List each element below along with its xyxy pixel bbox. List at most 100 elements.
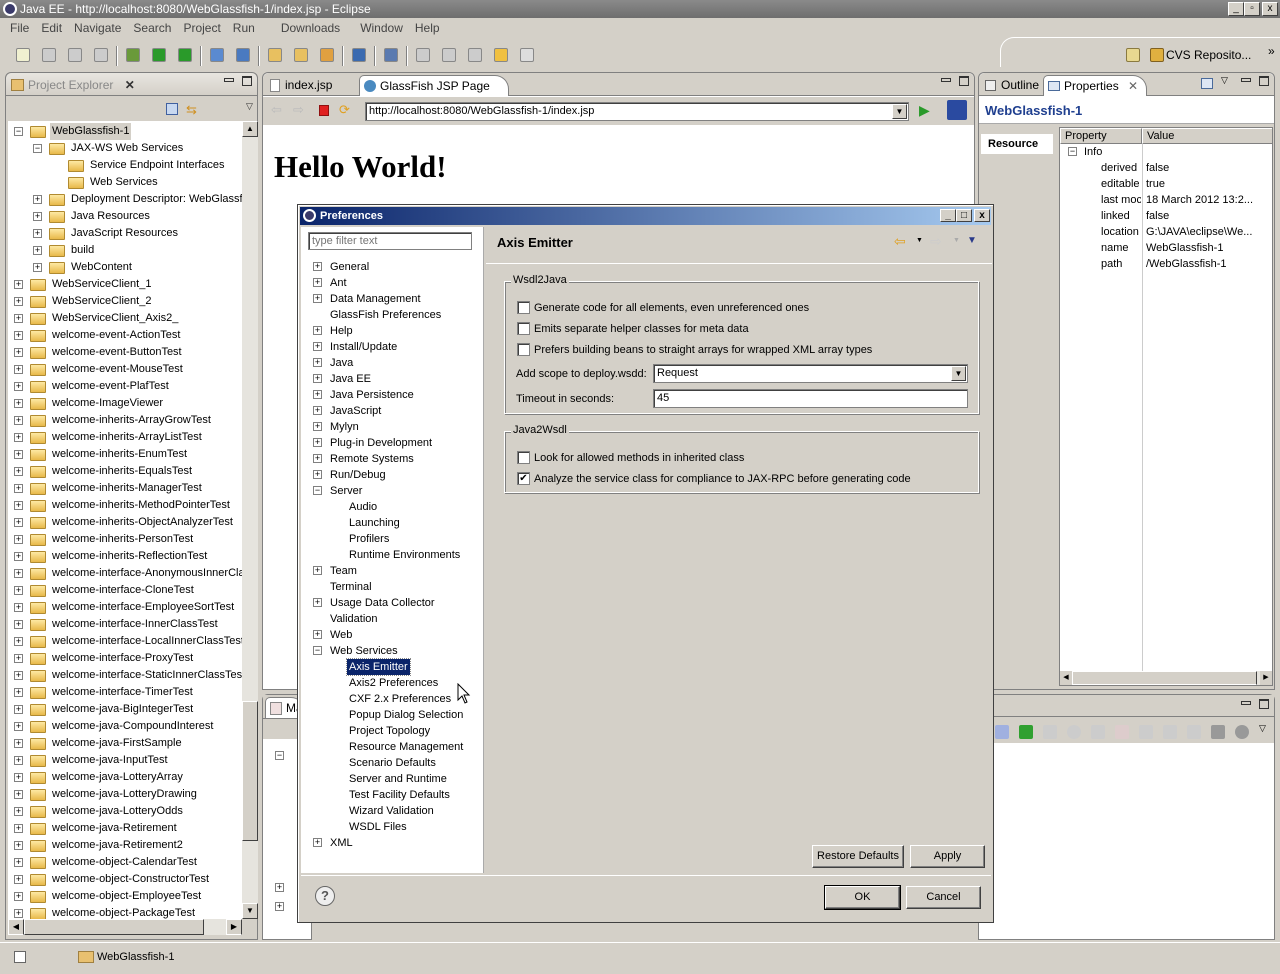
stop-icon[interactable] (319, 105, 329, 116)
expand-icon[interactable]: + (33, 212, 42, 221)
page-menu-icon[interactable]: ▼ (967, 235, 977, 246)
view-menu-icon[interactable]: ▽ (1259, 723, 1266, 734)
pref-tree-item[interactable]: + General (301, 259, 481, 275)
profile-server-icon[interactable] (1091, 725, 1105, 739)
run-external-icon[interactable] (178, 48, 192, 62)
pref-tree-item[interactable]: WSDL Files (301, 819, 481, 835)
tree-item[interactable]: + welcome-java-Retirement (8, 820, 242, 837)
dialog-maximize-button[interactable]: □ (956, 209, 972, 222)
expand-icon[interactable]: + (14, 416, 23, 425)
tree-item[interactable]: + welcome-event-ButtonTest (8, 344, 242, 361)
checkbox-jaxrpc-compliance[interactable]: ✔ (517, 472, 530, 485)
menu-help[interactable]: Help (409, 19, 446, 38)
prev-annotation-icon[interactable] (442, 48, 456, 62)
expand-icon[interactable]: + (14, 790, 23, 799)
pref-tree-item[interactable]: + XML (301, 835, 481, 851)
restore-defaults-button[interactable]: Restore Defaults (812, 845, 904, 868)
tree-item[interactable]: − WebGlassfish-1 (8, 123, 242, 140)
globe-icon[interactable] (1235, 725, 1249, 739)
tree-item[interactable]: + welcome-inherits-EqualsTest (8, 463, 242, 480)
pref-tree-item[interactable]: + Help (301, 323, 481, 339)
collapse-icon[interactable]: − (33, 144, 42, 153)
expand-icon[interactable]: + (14, 535, 23, 544)
expand-icon[interactable]: + (14, 603, 23, 612)
expand-icon[interactable]: + (313, 342, 322, 351)
forward-icon[interactable] (520, 48, 534, 62)
new-server-icon[interactable] (1019, 725, 1033, 739)
pref-tree-item[interactable]: + Run/Debug (301, 467, 481, 483)
expand-icon[interactable]: + (313, 598, 322, 607)
run-icon[interactable] (152, 48, 166, 62)
expand-icon[interactable]: + (313, 406, 322, 415)
pref-tree-item[interactable]: Audio (301, 499, 481, 515)
property-row[interactable]: derived false (1060, 160, 1272, 176)
expand-icon[interactable]: + (14, 280, 23, 289)
menu-run[interactable]: Run (227, 19, 261, 38)
tree-item[interactable]: + welcome-java-LotteryOdds (8, 803, 242, 820)
minimize-view-icon[interactable] (224, 78, 234, 82)
expand-icon[interactable]: + (313, 454, 322, 463)
console-icon[interactable] (1163, 725, 1177, 739)
property-row[interactable]: last moc 18 March 2012 13:2... (1060, 192, 1272, 208)
collapse-icon[interactable]: − (14, 127, 23, 136)
save-all-icon[interactable] (68, 48, 82, 62)
forward-icon[interactable]: ⇨ (930, 233, 942, 250)
url-input[interactable]: http://localhost:8080/WebGlassfish-1/ind… (365, 102, 909, 121)
pref-tree-item[interactable]: + Mylyn (301, 419, 481, 435)
checkbox-helper-classes[interactable] (517, 322, 530, 335)
cvs-perspective-icon[interactable] (1150, 48, 1164, 62)
pref-tree-item[interactable]: Axis2 Preferences (301, 675, 481, 691)
cancel-button[interactable]: Cancel (906, 886, 981, 909)
collapse-all-icon[interactable] (166, 103, 178, 115)
tab-index-jsp[interactable]: index.jsp (265, 75, 357, 96)
new-web-service-icon[interactable] (210, 48, 224, 62)
tree-item[interactable]: + Deployment Descriptor: WebGlassfis (8, 191, 242, 208)
connect-icon[interactable] (1187, 725, 1201, 739)
new-soap-icon[interactable] (236, 48, 250, 62)
back-menu-icon[interactable]: ▼ (916, 237, 923, 244)
expand-icon[interactable]: + (14, 671, 23, 680)
expand-icon[interactable]: + (14, 756, 23, 765)
tab-glassfish-jsp-page[interactable]: GlassFish JSP Page ✕ (359, 75, 509, 114)
tree-item[interactable]: + welcome-object-ConstructorTest (8, 871, 242, 888)
start-server-icon[interactable] (1067, 725, 1081, 739)
save-icon[interactable] (42, 48, 56, 62)
go-icon[interactable]: ▶ (919, 102, 930, 119)
tree-item[interactable]: + welcome-inherits-MethodPointerTest (8, 497, 242, 514)
open-task-icon[interactable] (294, 48, 308, 62)
expand-icon[interactable]: + (14, 552, 23, 561)
expand-icon[interactable]: + (313, 470, 322, 479)
expand-icon[interactable]: + (14, 348, 23, 357)
cvs-perspective-button[interactable]: CVS Reposito... (1166, 48, 1251, 62)
tree-item[interactable]: + welcome-java-FirstSample (8, 735, 242, 752)
property-row[interactable]: location G:\JAVA\eclipse\We... (1060, 224, 1272, 240)
scope-select[interactable]: Request ▼ (653, 364, 968, 383)
pref-tree-item[interactable]: Wizard Validation (301, 803, 481, 819)
expand-icon[interactable]: + (14, 688, 23, 697)
help-button[interactable]: ? (315, 886, 335, 906)
tree-item[interactable]: + welcome-interface-LocalInnerClassTest (8, 633, 242, 650)
forward-icon[interactable]: ⇨ (293, 102, 304, 118)
tree-item[interactable]: + welcome-java-CompoundInterest (8, 718, 242, 735)
horizontal-scrollbar[interactable]: ◀ ▶ (8, 919, 242, 935)
tree-item[interactable]: + welcome-interface-CloneTest (8, 582, 242, 599)
tree-item[interactable]: + welcome-interface-InnerClassTest (8, 616, 242, 633)
chevron-down-icon[interactable]: ▼ (951, 366, 966, 381)
tree-item[interactable]: + build (8, 242, 242, 259)
minimize-view-icon[interactable] (1241, 78, 1251, 82)
expand-icon[interactable]: + (14, 382, 23, 391)
tree-item[interactable]: + WebServiceClient_1 (8, 276, 242, 293)
tree-item[interactable]: + welcome-java-Retirement2 (8, 837, 242, 854)
pref-tree-item[interactable]: + Team (301, 563, 481, 579)
pref-tree-item[interactable]: Scenario Defaults (301, 755, 481, 771)
web-browser-icon[interactable] (947, 100, 967, 120)
web-browser-icon[interactable] (352, 48, 366, 62)
menu-edit[interactable]: Edit (35, 19, 68, 38)
minimize-button[interactable]: _ (1228, 2, 1244, 16)
run-on-server-icon[interactable] (384, 48, 398, 62)
pref-tree-item[interactable]: + Ant (301, 275, 481, 291)
menu-project[interactable]: Project (177, 19, 226, 38)
publish-icon[interactable] (1139, 725, 1153, 739)
tree-item[interactable]: + welcome-inherits-EnumTest (8, 446, 242, 463)
tree-item[interactable]: + welcome-interface-ProxyTest (8, 650, 242, 667)
